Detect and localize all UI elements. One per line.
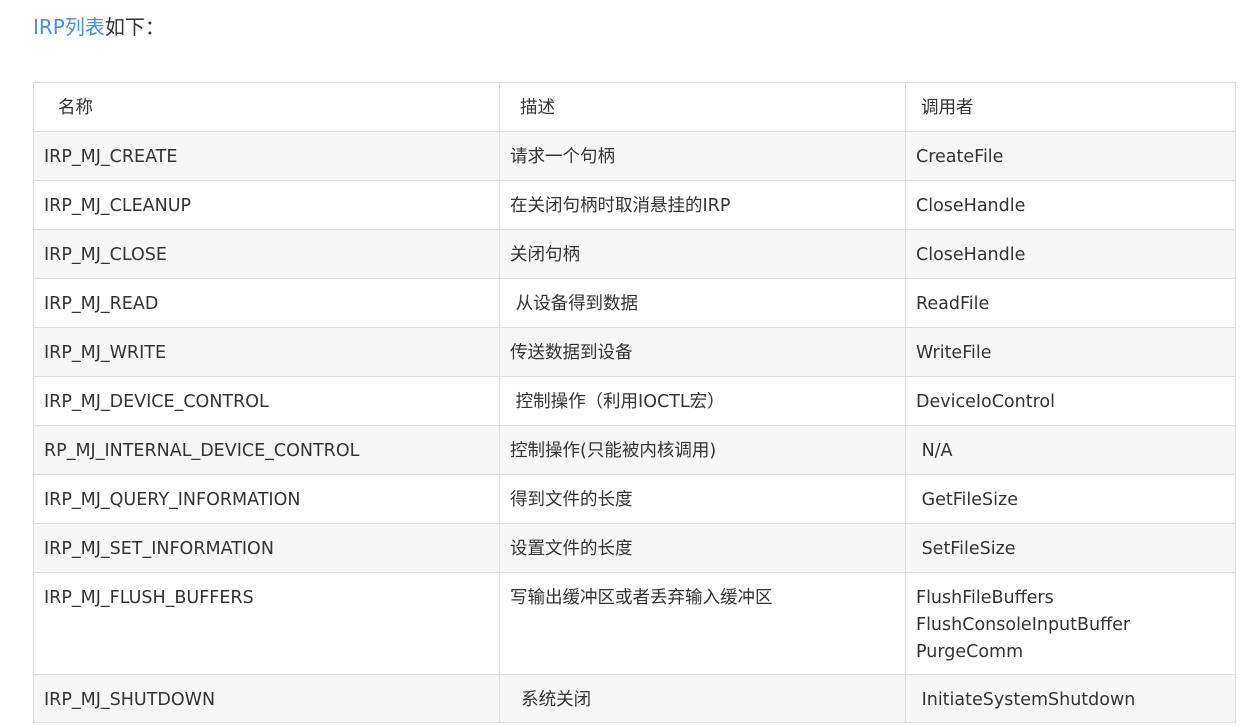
intro-line: IRP列表如下： bbox=[33, 13, 165, 41]
table-row: IRP_MJ_CLOSE 关闭句柄 CloseHandle bbox=[33, 229, 1236, 279]
table-row: IRP_MJ_SHUTDOWN 系统关闭 InitiateSystemShutd… bbox=[33, 674, 1236, 723]
caller-text: WriteFile bbox=[916, 343, 992, 363]
table-row: IRP_MJ_SET_INFORMATION 设置文件的长度 SetFileSi… bbox=[33, 523, 1236, 573]
caller-text: PurgeComm bbox=[916, 642, 1024, 662]
caller-text: DeviceIoControl bbox=[916, 392, 1055, 412]
irp-caller-cell: N/A bbox=[905, 425, 1236, 475]
caller-text: ReadFile bbox=[916, 294, 990, 314]
irp-name-cell: IRP_MJ_CREATE bbox=[33, 131, 500, 181]
header-row: 名称 描述 调用者 bbox=[33, 82, 1236, 132]
irp-caller-cell: CreateFile bbox=[905, 131, 1236, 181]
irp-name-cell: RP_MJ_INTERNAL_DEVICE_CONTROL bbox=[33, 425, 500, 475]
caller-text: N/A bbox=[916, 441, 953, 461]
caller-text: CloseHandle bbox=[916, 245, 1026, 265]
irp-caller-cell: GetFileSize bbox=[905, 474, 1236, 524]
irp-desc-cell: 得到文件的长度 bbox=[499, 474, 906, 524]
table-row: IRP_MJ_FLUSH_BUFFERS 写输出缓冲区或者丢弃输入缓冲区 Flu… bbox=[33, 572, 1236, 675]
intro-text: 如下： bbox=[104, 15, 165, 39]
table-header: 名称 描述 调用者 bbox=[33, 82, 1236, 132]
irp-caller-cell: ReadFile bbox=[905, 278, 1236, 328]
irp-name-cell: IRP_MJ_DEVICE_CONTROL bbox=[33, 376, 500, 426]
irp-caller-cell: CloseHandle bbox=[905, 229, 1236, 279]
irp-desc-cell: 控制操作(只能被内核调用) bbox=[499, 425, 906, 475]
table-row: IRP_MJ_CREATE 请求一个句柄 CreateFile bbox=[33, 131, 1236, 181]
irp-name-cell: IRP_MJ_FLUSH_BUFFERS bbox=[33, 572, 500, 675]
caller-text: InitiateSystemShutdown bbox=[916, 690, 1136, 710]
irp-desc-cell: 在关闭句柄时取消悬挂的IRP bbox=[499, 180, 906, 230]
table-row: IRP_MJ_WRITE 传送数据到设备 WriteFile bbox=[33, 327, 1236, 377]
irp-desc-cell: 传送数据到设备 bbox=[499, 327, 906, 377]
irp-desc-cell: 写输出缓冲区或者丢弃输入缓冲区 bbox=[499, 572, 906, 675]
irp-list-link[interactable]: IRP列表 bbox=[33, 15, 105, 39]
irp-table: 名称 描述 调用者 IRP_MJ_CREATE 请求一个句柄 CreateFil… bbox=[33, 82, 1236, 723]
irp-caller-cell: CloseHandle bbox=[905, 180, 1236, 230]
caller-text: CreateFile bbox=[916, 147, 1004, 167]
irp-name-cell: IRP_MJ_QUERY_INFORMATION bbox=[33, 474, 500, 524]
caller-text: GetFileSize bbox=[916, 490, 1018, 510]
irp-name-cell: IRP_MJ_SHUTDOWN bbox=[33, 674, 500, 723]
caller-text: FlushConsoleInputBuffer bbox=[916, 615, 1131, 635]
irp-desc-cell: 关闭句柄 bbox=[499, 229, 906, 279]
table-row: RP_MJ_INTERNAL_DEVICE_CONTROL 控制操作(只能被内核… bbox=[33, 425, 1236, 475]
header-description: 描述 bbox=[499, 82, 906, 132]
irp-name-cell: IRP_MJ_READ bbox=[33, 278, 500, 328]
table-row: IRP_MJ_DEVICE_CONTROL 控制操作（利用IOCTL宏） Dev… bbox=[33, 376, 1236, 426]
table-row: IRP_MJ_READ 从设备得到数据 ReadFile bbox=[33, 278, 1236, 328]
caller-text: SetFileSize bbox=[916, 539, 1016, 559]
table-body: IRP_MJ_CREATE 请求一个句柄 CreateFile IRP_MJ_C… bbox=[33, 131, 1236, 723]
irp-caller-cell: SetFileSize bbox=[905, 523, 1236, 573]
irp-desc-cell: 请求一个句柄 bbox=[499, 131, 906, 181]
irp-caller-cell: WriteFile bbox=[905, 327, 1236, 377]
irp-desc-cell: 系统关闭 bbox=[499, 674, 906, 723]
table-row: IRP_MJ_CLEANUP 在关闭句柄时取消悬挂的IRP CloseHandl… bbox=[33, 180, 1236, 230]
irp-name-cell: IRP_MJ_CLOSE bbox=[33, 229, 500, 279]
irp-caller-cell: FlushFileBuffers FlushConsoleInputBuffer… bbox=[905, 572, 1236, 675]
irp-desc-cell: 设置文件的长度 bbox=[499, 523, 906, 573]
irp-name-cell: IRP_MJ_WRITE bbox=[33, 327, 500, 377]
irp-caller-cell: DeviceIoControl bbox=[905, 376, 1236, 426]
irp-desc-cell: 从设备得到数据 bbox=[499, 278, 906, 328]
irp-desc-cell: 控制操作（利用IOCTL宏） bbox=[499, 376, 906, 426]
irp-caller-cell: InitiateSystemShutdown bbox=[905, 674, 1236, 723]
caller-text: FlushFileBuffers bbox=[916, 588, 1054, 608]
irp-name-cell: IRP_MJ_SET_INFORMATION bbox=[33, 523, 500, 573]
table-row: IRP_MJ_QUERY_INFORMATION 得到文件的长度 GetFile… bbox=[33, 474, 1236, 524]
header-caller: 调用者 bbox=[905, 82, 1236, 132]
header-name: 名称 bbox=[33, 82, 500, 132]
irp-name-cell: IRP_MJ_CLEANUP bbox=[33, 180, 500, 230]
caller-text: CloseHandle bbox=[916, 196, 1026, 216]
